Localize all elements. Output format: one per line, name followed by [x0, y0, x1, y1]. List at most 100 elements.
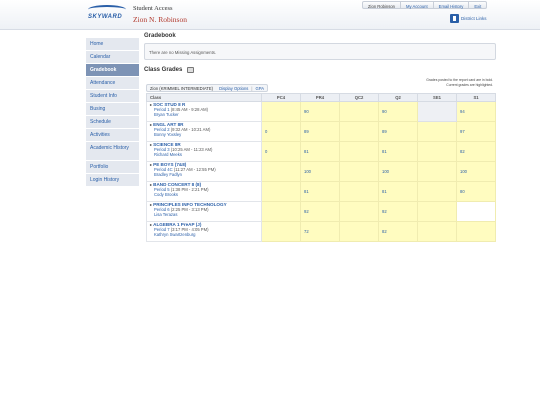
grade-cell-q2[interactable]: 90 [378, 101, 418, 122]
top-menu: Zion Robinson My Account Email History E… [362, 1, 488, 9]
grade-cell-se1[interactable] [417, 161, 457, 182]
grade-cell-pr4[interactable]: 89 [300, 121, 340, 142]
student-selector-bar: Zion (KRIMMEL INTERMEDIATE) Display Opti… [146, 84, 269, 92]
grade-cell-pr4[interactable]: 100 [300, 161, 340, 182]
sidebar-item-calendar[interactable]: Calendar [86, 51, 139, 64]
menu-user-name: Zion Robinson [363, 2, 402, 9]
teacher-link[interactable]: Kathryn Swartzenburg [150, 232, 258, 238]
sidebar-item-student-info[interactable]: Student Info [86, 90, 139, 103]
column-header-class: Class [146, 93, 262, 102]
district-links-label: District Links [461, 16, 487, 21]
grade-cell-s1[interactable]: 97 [456, 121, 496, 142]
sidebar-nav: Home Calendar Gradebook Attendance Stude… [86, 38, 139, 187]
teacher-link[interactable]: Bryan Tucker [150, 112, 258, 118]
sidebar-item-portfolio[interactable]: Portfolio [86, 161, 139, 174]
grade-cell-qc2[interactable] [339, 201, 379, 222]
teacher-link[interactable]: Cody Brooks [150, 192, 258, 198]
legend-line-1: Grades posted to the report card are in … [426, 78, 493, 82]
column-header-s1[interactable]: S1 [456, 93, 496, 102]
teacher-link[interactable]: Richard Meeks [150, 152, 258, 158]
column-header-qc2[interactable]: QC2 [339, 93, 379, 102]
grade-cell-se1[interactable] [417, 221, 457, 242]
teacher-link[interactable]: Bradley Fadlyn [150, 172, 258, 178]
grade-cell-pr4[interactable]: 81 [300, 141, 340, 162]
grade-cell-qc2[interactable] [339, 161, 379, 182]
main-content: Gradebook There are no Missing Assignmen… [144, 32, 496, 242]
grade-cell-q2[interactable]: 81 [378, 181, 418, 202]
grade-cell-pc4[interactable] [261, 221, 301, 242]
app-title: Student Access [133, 5, 173, 12]
grade-cell-pc4[interactable]: 0 [261, 121, 301, 142]
column-header-pr4[interactable]: PR4 [300, 93, 340, 102]
grade-cell-pc4[interactable]: 0 [261, 141, 301, 162]
grade-cell-se1[interactable] [417, 141, 457, 162]
class-cell: ENGL ART 8R Period 2 (9:32 AM - 10:21 AM… [146, 121, 262, 142]
grade-cell-qc2[interactable] [339, 181, 379, 202]
sidebar-item-schedule[interactable]: Schedule [86, 116, 139, 129]
grade-cell-s1[interactable] [456, 221, 496, 242]
print-icon[interactable] [187, 67, 195, 73]
class-cell: PRINCIPLES INFO TECHNOLOGY Period 6 (2:2… [146, 201, 262, 222]
grade-cell-s1[interactable]: 80 [456, 181, 496, 202]
sidebar-item-academic-history[interactable]: Academic History [86, 142, 139, 161]
grade-cell-pr4[interactable]: 72 [300, 221, 340, 242]
missing-assignments-text: There are no Missing Assignments. [149, 50, 217, 55]
grade-cell-pc4[interactable] [261, 161, 301, 182]
grade-cell-qc2[interactable] [339, 221, 379, 242]
grade-cell-qc2[interactable] [339, 101, 379, 122]
district-links-icon [450, 14, 459, 23]
my-account-link[interactable]: My Account [401, 2, 434, 9]
class-cell: SOC STUD 8 R Period 1 (8:45 AM - 9:28 AM… [146, 101, 262, 122]
sidebar-item-gradebook[interactable]: Gradebook [86, 64, 139, 77]
teacher-link[interactable]: Lisa Terazas [150, 212, 258, 218]
sidebar-item-attendance[interactable]: Attendance [86, 77, 139, 90]
gpa-link[interactable]: GPA [252, 86, 267, 91]
grade-cell-se1[interactable] [417, 201, 457, 222]
logo-swoosh [88, 5, 126, 14]
grade-cell-q2[interactable]: 100 [378, 161, 418, 182]
grade-cell-q2[interactable]: 82 [378, 221, 418, 242]
grade-cell-q2[interactable]: 81 [378, 141, 418, 162]
grade-cell-pr4[interactable]: 92 [300, 201, 340, 222]
teacher-link[interactable]: Bonny Yoxsley [150, 132, 258, 138]
table-row: PE BOYS (7&8) Period 4C (11:27 AM - 12:5… [146, 161, 496, 182]
sidebar-item-busing[interactable]: Busing [86, 103, 139, 116]
page-header: SKYWARD Student Access Zion N. Robinson … [0, 0, 540, 30]
grade-cell-qc2[interactable] [339, 121, 379, 142]
grade-cell-qc2[interactable] [339, 141, 379, 162]
table-header-row: Class PC4 PR4 QC2 Q2 SE1 S1 [146, 93, 496, 102]
grade-cell-se1[interactable] [417, 181, 457, 202]
grade-cell-pc4[interactable] [261, 181, 301, 202]
table-row: ENGL ART 8R Period 2 (9:32 AM - 10:21 AM… [146, 121, 496, 142]
grade-cell-pr4[interactable]: 81 [300, 181, 340, 202]
sidebar-item-activities[interactable]: Activities [86, 129, 139, 142]
missing-assignments-box: There are no Missing Assignments. [144, 43, 496, 60]
district-links[interactable]: District Links [450, 14, 487, 23]
grade-cell-s1[interactable]: 94 [456, 101, 496, 122]
grade-cell-pc4[interactable] [261, 201, 301, 222]
grade-cell-pr4[interactable]: 90 [300, 101, 340, 122]
grade-cell-s1[interactable]: 82 [456, 141, 496, 162]
grade-cell-s1[interactable]: 100 [456, 161, 496, 182]
class-cell: BAND CONCERT 8 (8) Period 5 (1:38 PM - 2… [146, 181, 262, 202]
sidebar-item-login-history[interactable]: Login History [86, 174, 139, 187]
skyward-logo: SKYWARD [88, 14, 123, 20]
table-row: ALGEBRA 1 PreAP (J) Period 7 (3:17 PM - … [146, 221, 496, 242]
grade-cell-q2[interactable]: 92 [378, 201, 418, 222]
grade-cell-pc4[interactable] [261, 101, 301, 122]
sidebar-item-home[interactable]: Home [86, 38, 139, 51]
email-history-link[interactable]: Email History [434, 2, 470, 9]
table-row: PRINCIPLES INFO TECHNOLOGY Period 6 (2:2… [146, 201, 496, 222]
class-cell: PE BOYS (7&8) Period 4C (11:27 AM - 12:5… [146, 161, 262, 182]
display-options-link[interactable]: Display Options [216, 86, 251, 91]
grade-cell-se1 [417, 101, 457, 122]
grade-cell-q2[interactable]: 89 [378, 121, 418, 142]
grades-table: Class PC4 PR4 QC2 Q2 SE1 S1 SOC STUD 8 R… [146, 93, 496, 242]
grade-cell-se1[interactable] [417, 121, 457, 142]
column-header-se1[interactable]: SE1 [417, 93, 457, 102]
grades-legend: Grades posted to the report card are in … [426, 78, 493, 87]
exit-link[interactable]: Exit [469, 2, 486, 9]
column-header-pc4[interactable]: PC4 [261, 93, 301, 102]
column-header-q2[interactable]: Q2 [378, 93, 418, 102]
table-row: BAND CONCERT 8 (8) Period 5 (1:38 PM - 2… [146, 181, 496, 202]
